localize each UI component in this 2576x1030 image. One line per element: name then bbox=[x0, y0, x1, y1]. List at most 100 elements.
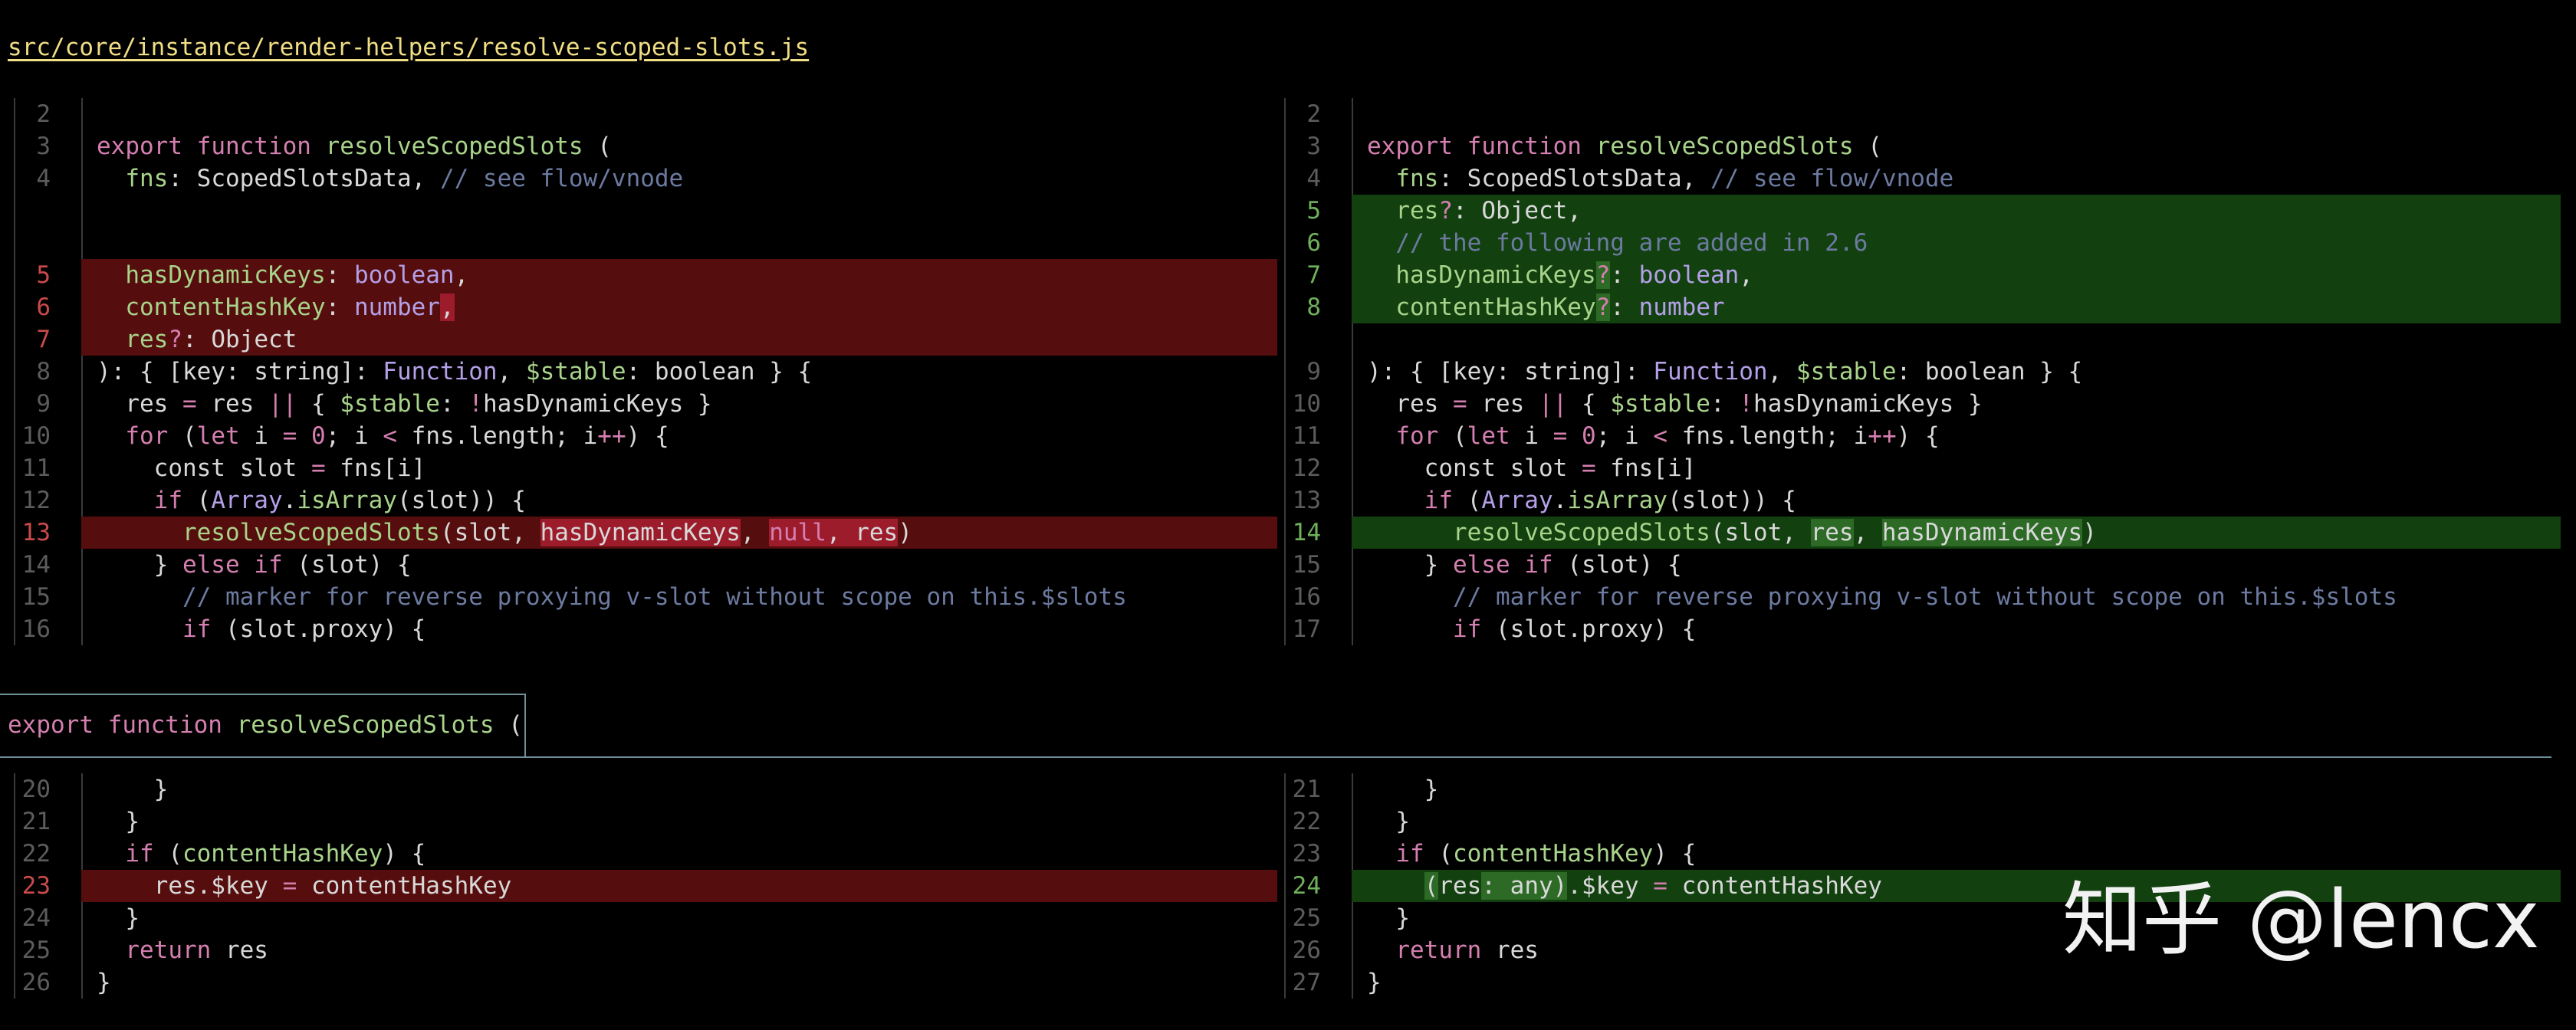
added-code-line[interactable]: res?: Object, bbox=[1352, 195, 2561, 227]
line-number: 25 bbox=[1292, 904, 1321, 932]
hunk-context-title[interactable]: export function resolveScopedSlots ( bbox=[8, 709, 523, 741]
code-content[interactable]: export function resolveScopedSlots ( fns… bbox=[81, 98, 1277, 645]
code-line[interactable]: if (Array.isArray(slot)) { bbox=[97, 484, 1277, 517]
code-token: fns[i] bbox=[1595, 454, 1697, 482]
hunk-1-old-pane: 2 3 4 5 6 7 8 9 10 11 12 13 14 15 16 export function r… bbox=[14, 98, 1277, 645]
code-line[interactable]: if (contentHashKey) { bbox=[1367, 838, 2561, 870]
line-number: 10 bbox=[21, 422, 51, 450]
added-code-line[interactable]: // the following are added in 2.6 bbox=[1352, 227, 2561, 259]
deleted-code-line[interactable]: res.$key = contentHashKey bbox=[81, 870, 1277, 902]
code-line[interactable]: } else if (slot) { bbox=[1367, 549, 2561, 581]
line-number: 4 bbox=[1306, 165, 1321, 192]
code-line[interactable]: if (slot.proxy) { bbox=[1367, 613, 2561, 645]
code-token: else if bbox=[182, 551, 283, 579]
code-token: res bbox=[1481, 937, 1539, 964]
code-token: res bbox=[97, 390, 182, 418]
gutter-border bbox=[1352, 98, 1353, 645]
code-token: 0 bbox=[1582, 422, 1596, 450]
code-token: res bbox=[196, 390, 268, 418]
code-token: // the following are added in 2.6 bbox=[1395, 229, 1868, 257]
code-token: if bbox=[1395, 840, 1424, 868]
code-line[interactable]: } else if (slot) { bbox=[97, 549, 1277, 581]
code-token: Function bbox=[1653, 358, 1768, 385]
code-content[interactable]: } } if (contentHashKey) { res.$key = con… bbox=[81, 773, 1277, 999]
context-paren: ( bbox=[508, 711, 523, 739]
code-line[interactable]: ): { [key: string]: Function, $stable: b… bbox=[97, 356, 1277, 388]
code-line[interactable]: res = res || { $stable: !hasDynamicKeys … bbox=[97, 388, 1277, 420]
code-token: const slot bbox=[1367, 454, 1582, 482]
code-token: : ScopedSlotsData, bbox=[168, 165, 440, 192]
code-token: Function bbox=[383, 358, 498, 385]
code-token: if bbox=[153, 487, 182, 514]
code-line[interactable]: if (slot.proxy) { bbox=[97, 613, 1277, 645]
code-line[interactable]: } bbox=[1367, 805, 2561, 838]
code-token: ( bbox=[182, 487, 212, 514]
deleted-code-line[interactable]: res?: Object bbox=[81, 323, 1277, 356]
deleted-code-line[interactable]: hasDynamicKeys: boolean, bbox=[81, 259, 1277, 291]
code-token: res bbox=[1438, 872, 1482, 900]
file-path-header[interactable]: src/core/instance/render-helpers/resolve… bbox=[8, 31, 809, 64]
code-line[interactable]: fns: ScopedSlotsData, // see flow/vnode bbox=[97, 162, 1277, 195]
code-line[interactable]: } bbox=[97, 902, 1277, 934]
code-line[interactable]: for (let i = 0; i < fns.length; i++) { bbox=[97, 420, 1277, 452]
code-token: boolean bbox=[1638, 261, 1740, 289]
code-line[interactable]: } bbox=[97, 805, 1277, 838]
code-line[interactable]: if (contentHashKey) { bbox=[97, 838, 1277, 870]
added-code-line[interactable]: resolveScopedSlots(slot, res, hasDynamic… bbox=[1352, 517, 2561, 549]
code-line[interactable]: // marker for reverse proxying v-slot wi… bbox=[97, 581, 1277, 613]
added-code-line[interactable]: hasDynamicKeys?: boolean, bbox=[1352, 259, 2561, 291]
code-line[interactable] bbox=[97, 195, 1277, 227]
code-token: res bbox=[1367, 390, 1453, 418]
code-line[interactable] bbox=[1367, 323, 2561, 356]
line-number: 6 bbox=[36, 294, 51, 321]
line-number-gutter: 2 3 4 5 6 7 8 9 10 11 12 13 14 15 16 17 bbox=[1284, 98, 1352, 645]
code-token: let bbox=[196, 422, 240, 450]
code-line[interactable]: return res bbox=[97, 934, 1277, 966]
code-token: : boolean } { bbox=[626, 358, 813, 385]
code-token: : bbox=[1610, 294, 1639, 321]
code-line[interactable] bbox=[97, 98, 1277, 130]
code-content[interactable]: export function resolveScopedSlots ( fns… bbox=[1352, 98, 2561, 645]
code-token: : ScopedSlotsData, bbox=[1438, 165, 1710, 192]
code-line[interactable]: export function resolveScopedSlots ( bbox=[1367, 130, 2561, 162]
code-line[interactable]: if (Array.isArray(slot)) { bbox=[1367, 484, 2561, 517]
code-token: hasDynamicKeys bbox=[540, 519, 741, 546]
hunk-1-new-pane: 2 3 4 5 6 7 8 9 10 11 12 13 14 15 16 17 export function… bbox=[1284, 98, 2561, 645]
code-token: res.$key bbox=[97, 872, 283, 900]
code-line[interactable]: // marker for reverse proxying v-slot wi… bbox=[1367, 581, 2561, 613]
added-code-line[interactable]: contentHashKey?: number bbox=[1352, 291, 2561, 323]
code-token: , bbox=[454, 261, 469, 289]
line-number: 2 bbox=[36, 100, 51, 128]
code-token: } bbox=[1367, 551, 1453, 579]
deleted-code-line[interactable]: resolveScopedSlots(slot, hasDynamicKeys,… bbox=[81, 517, 1277, 549]
line-number: 26 bbox=[1292, 937, 1321, 964]
code-line[interactable]: const slot = fns[i] bbox=[97, 452, 1277, 484]
code-line[interactable]: } bbox=[1367, 966, 2561, 999]
code-line[interactable]: fns: ScopedSlotsData, // see flow/vnode bbox=[1367, 162, 2561, 195]
context-keyword: export bbox=[8, 711, 94, 739]
code-line[interactable]: } bbox=[1367, 773, 2561, 805]
code-line[interactable]: export function resolveScopedSlots ( bbox=[97, 130, 1277, 162]
code-line[interactable]: const slot = fns[i] bbox=[1367, 452, 2561, 484]
code-line[interactable] bbox=[97, 227, 1277, 259]
code-token: || bbox=[1538, 390, 1568, 418]
code-line[interactable] bbox=[1367, 98, 2561, 130]
line-number bbox=[14, 195, 81, 227]
code-line[interactable]: } bbox=[97, 773, 1277, 805]
line-number: 9 bbox=[1306, 358, 1321, 385]
code-token: = bbox=[1581, 454, 1596, 482]
deleted-code-line[interactable]: contentHashKey: number, bbox=[81, 291, 1277, 323]
code-line[interactable]: ): { [key: string]: Function, $stable: b… bbox=[1367, 356, 2561, 388]
code-line[interactable]: res = res || { $stable: !hasDynamicKeys … bbox=[1367, 388, 2561, 420]
line-number: 12 bbox=[21, 487, 51, 514]
code-line[interactable]: for (let i = 0; i < fns.length; i++) { bbox=[1367, 420, 2561, 452]
code-token: (slot, bbox=[1710, 519, 1811, 546]
code-line[interactable]: } bbox=[97, 966, 1277, 999]
code-token: for bbox=[125, 422, 169, 450]
